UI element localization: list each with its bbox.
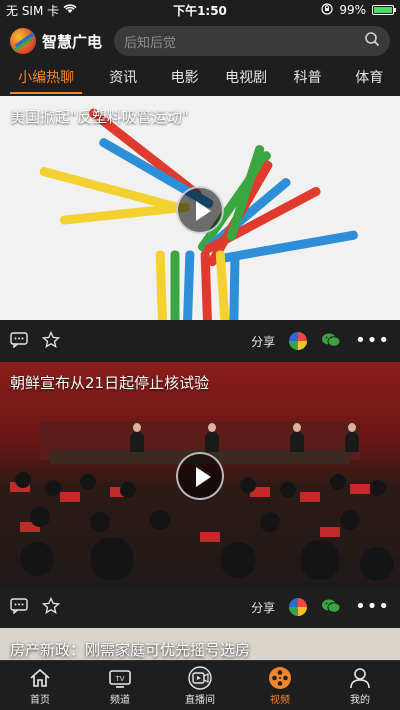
nav-live[interactable]: 直播间 bbox=[160, 661, 240, 710]
nav-label: 首页 bbox=[30, 695, 50, 706]
app-logo[interactable]: 智慧广电 bbox=[10, 28, 102, 54]
app-name: 智慧广电 bbox=[42, 32, 103, 51]
tab-sports[interactable]: 体育 bbox=[338, 62, 400, 96]
share-label[interactable]: 分享 bbox=[251, 599, 275, 616]
more-options-icon[interactable]: ••• bbox=[355, 332, 390, 350]
video-title: 朝鲜宣布从21日起停止核试验 bbox=[10, 374, 210, 392]
battery-percent: 99% bbox=[339, 3, 366, 17]
nav-home[interactable]: 首页 bbox=[0, 661, 80, 710]
wechat-icon[interactable] bbox=[321, 332, 341, 351]
nav-label: 频道 bbox=[110, 695, 130, 706]
video-title: 美国掀起"反塑料吸管运动" bbox=[10, 108, 189, 126]
search-icon[interactable] bbox=[364, 31, 380, 51]
status-bar: 无 SIM 卡 下午1:50 99% bbox=[0, 0, 400, 20]
share-label[interactable]: 分享 bbox=[251, 333, 275, 350]
user-icon bbox=[349, 665, 371, 691]
search-placeholder: 后知后觉 bbox=[124, 35, 177, 51]
play-button[interactable] bbox=[176, 186, 224, 234]
orientation-lock-icon bbox=[321, 2, 333, 18]
video-title: 房产新政：刚需家庭可优先摇号选房 bbox=[10, 641, 251, 659]
video-card-straws[interactable]: 美国掀起"反塑料吸管运动" bbox=[0, 96, 400, 320]
film-reel-icon bbox=[268, 665, 292, 691]
svg-text:TV: TV bbox=[116, 676, 125, 683]
nav-label: 我的 bbox=[350, 695, 370, 706]
nav-profile[interactable]: 我的 bbox=[320, 661, 400, 710]
nav-label: 视频 bbox=[270, 695, 290, 706]
moments-share-icon[interactable] bbox=[289, 598, 308, 616]
favorite-star-icon[interactable] bbox=[41, 596, 61, 618]
card-action-bar: 分享 ••• bbox=[0, 320, 400, 362]
battery-icon bbox=[372, 5, 396, 15]
comment-icon[interactable] bbox=[10, 331, 28, 351]
home-icon bbox=[29, 665, 51, 691]
comment-icon[interactable] bbox=[10, 597, 28, 617]
tab-movies[interactable]: 电影 bbox=[154, 62, 216, 96]
nav-channels[interactable]: TV 频道 bbox=[80, 661, 160, 710]
wifi-icon bbox=[63, 3, 77, 17]
video-card-conference[interactable]: 朝鲜宣布从21日起停止核试验 bbox=[0, 362, 400, 586]
tab-science[interactable]: 科普 bbox=[277, 62, 339, 96]
card-action-bar: 分享 ••• bbox=[0, 586, 400, 628]
wechat-icon[interactable] bbox=[321, 598, 341, 617]
nav-label: 直播间 bbox=[185, 695, 215, 706]
tab-tv-series[interactable]: 电视剧 bbox=[215, 62, 277, 96]
favorite-star-icon[interactable] bbox=[41, 330, 61, 352]
bottom-nav: 首页 TV 频道 直播间 视频 我的 bbox=[0, 660, 400, 710]
more-options-icon[interactable]: ••• bbox=[355, 598, 390, 616]
tab-hot-talk[interactable]: 小编热聊 bbox=[0, 62, 92, 96]
moments-share-icon[interactable] bbox=[289, 332, 308, 350]
video-card-housing[interactable]: 房产新政：刚需家庭可优先摇号选房 bbox=[0, 628, 400, 660]
carrier-label: 无 SIM 卡 bbox=[6, 3, 60, 18]
tab-news[interactable]: 资讯 bbox=[92, 62, 154, 96]
tv-icon: TV bbox=[108, 665, 132, 691]
category-tabs: 小编热聊 资讯 电影 电视剧 科普 体育 bbox=[0, 62, 400, 96]
top-bar: 智慧广电 后知后觉 bbox=[0, 20, 400, 62]
nav-video[interactable]: 视频 bbox=[240, 661, 320, 710]
search-input[interactable]: 后知后觉 bbox=[114, 26, 390, 56]
play-button[interactable] bbox=[176, 452, 224, 500]
logo-icon bbox=[10, 28, 36, 54]
live-icon bbox=[187, 665, 213, 691]
